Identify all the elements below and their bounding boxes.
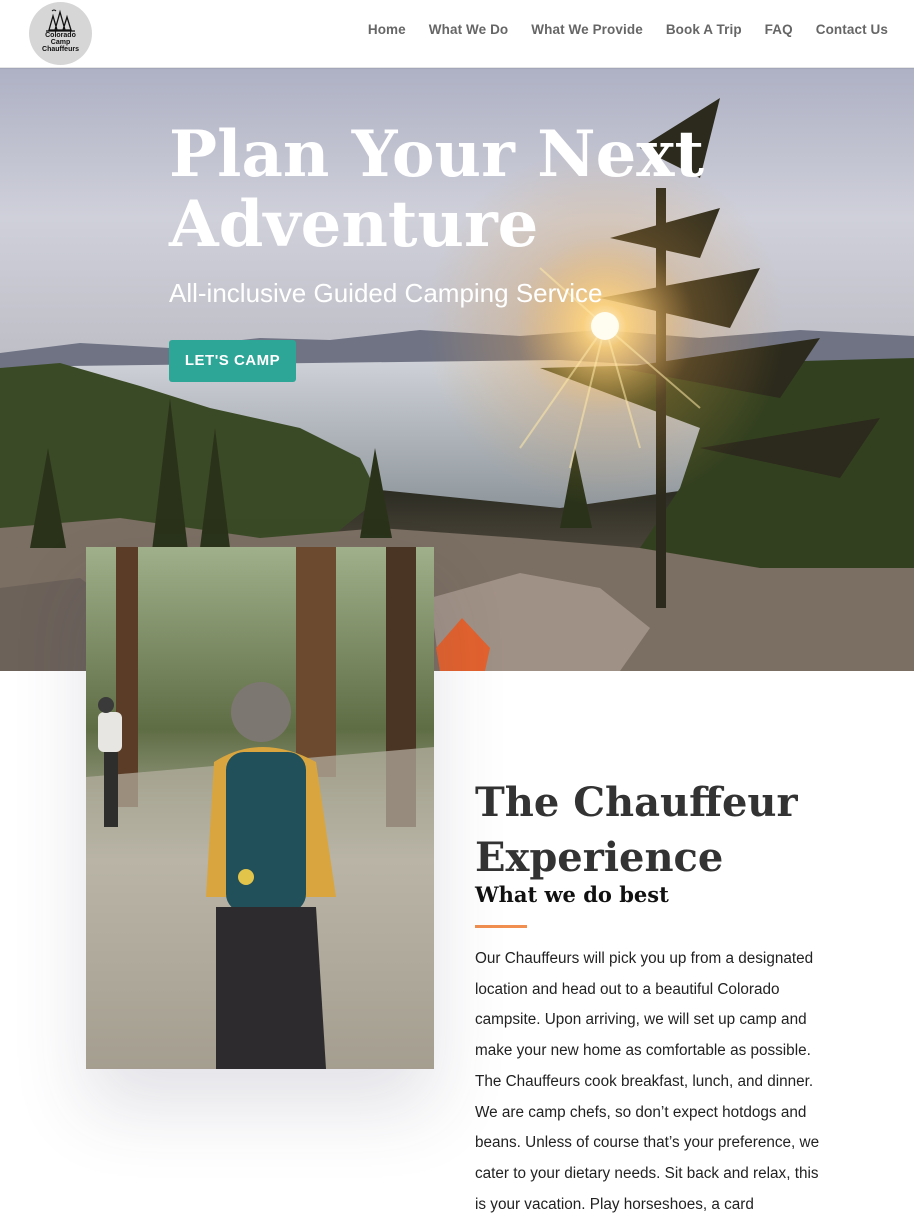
logo-line: Chauffeurs <box>42 46 79 53</box>
hero-title: Plan Your Next Adventure <box>169 117 704 262</box>
chauffeur-experience-section: The Chauffeur Experience What we do best… <box>475 775 825 1220</box>
section-body: Our Chauffeurs will pick you up from a d… <box>475 950 820 1213</box>
logo-line: Colorado <box>45 32 76 39</box>
hero-subtitle: All-inclusive Guided Camping Service <box>169 278 603 308</box>
tent-trees-icon <box>46 9 75 32</box>
nav-faq[interactable]: FAQ <box>765 22 793 37</box>
main-nav: Home What We Do What We Provide Book A T… <box>368 22 888 37</box>
hiker-forest-image <box>86 547 434 1069</box>
lets-camp-button[interactable]: LET'S CAMP <box>169 340 296 382</box>
logo-text: Colorado Camp Chauffeurs <box>29 32 92 53</box>
nav-contact-us[interactable]: Contact Us <box>816 22 888 37</box>
nav-book-a-trip[interactable]: Book A Trip <box>666 22 742 37</box>
section-title: The Chauffeur Experience <box>475 779 798 881</box>
hiker-photo <box>86 547 434 1069</box>
site-logo[interactable]: Colorado Camp Chauffeurs <box>29 2 92 65</box>
site-header: Colorado Camp Chauffeurs Home What We Do… <box>0 0 914 68</box>
nav-what-we-do[interactable]: What We Do <box>429 22 509 37</box>
accent-divider <box>475 925 527 928</box>
nav-home[interactable]: Home <box>368 22 406 37</box>
section-subtitle: What we do best <box>475 882 669 907</box>
logo-line: Camp <box>50 39 71 46</box>
nav-what-we-provide[interactable]: What We Provide <box>531 22 643 37</box>
